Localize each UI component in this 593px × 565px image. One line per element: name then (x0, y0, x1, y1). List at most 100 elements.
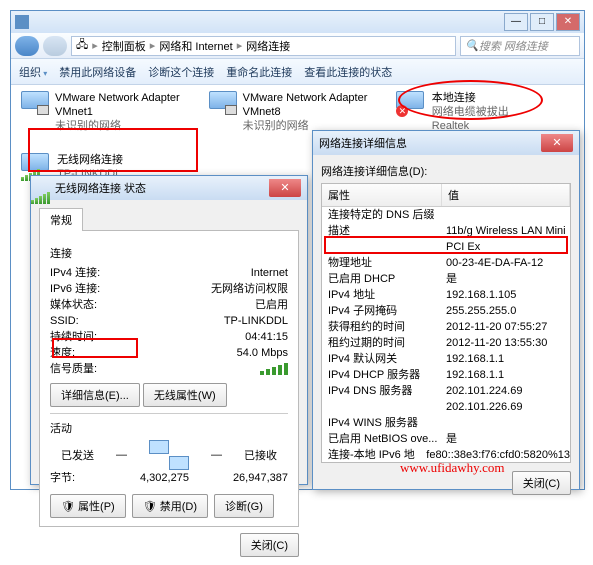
detail-row[interactable]: IPv4 子网掩码255.255.255.0 (322, 303, 570, 319)
detail-value: 11b/g Wireless LAN Mini PCI Ex (442, 223, 570, 255)
col-property[interactable]: 属性 (322, 184, 442, 206)
toolbar-rename[interactable]: 重命名此连接 (226, 64, 292, 80)
group-connection: 连接 (50, 245, 288, 261)
detail-key: 已启用 NetBIOS ove... (322, 431, 442, 447)
properties-button[interactable]: 🛡 属性(P) (50, 494, 126, 518)
detail-value: 是 (442, 431, 570, 447)
bytes-label: 字节: (50, 470, 140, 486)
detail-row[interactable]: 连接特定的 DNS 后缀 (322, 207, 570, 223)
adapter-sub: 未识别的网络 (55, 119, 199, 133)
details-button[interactable]: 详细信息(E)... (50, 383, 140, 407)
adapter-name: VMware Network Adapter VMnet1 (55, 91, 199, 119)
breadcrumb[interactable]: 🖧 ▸ 控制面板 ▸ 网络和 Internet ▸ 网络连接 (71, 36, 456, 56)
detail-key: 租约过期的时间 (322, 335, 442, 351)
detail-row[interactable]: 租约过期的时间2012-11-20 13:55:30 (322, 335, 570, 351)
detail-value: 192.168.1.105 (442, 287, 570, 303)
detail-key: IPv4 DHCP 服务器 (322, 367, 442, 383)
group-activity: 活动 (50, 420, 288, 436)
breadcrumb-item[interactable]: 网络连接 (246, 38, 290, 54)
detail-row[interactable]: IPv4 WINS 服务器 (322, 415, 570, 431)
detail-row[interactable]: 物理地址00-23-4E-DA-FA-12 (322, 255, 570, 271)
detail-value: 255.255.255.0 (442, 303, 570, 319)
minimize-button[interactable]: — (504, 13, 528, 31)
detail-row[interactable]: 已启用 NetBIOS ove...是 (322, 431, 570, 447)
signal-bars-icon (260, 361, 288, 375)
detail-value: 00-23-4E-DA-FA-12 (442, 255, 570, 271)
adapter-vmnet1[interactable]: VMware Network Adapter VMnet1 未识别的网络 (21, 91, 199, 147)
detail-key (322, 399, 442, 415)
signal-quality-label: 信号质量: (50, 361, 140, 377)
detail-row[interactable]: IPv4 地址192.168.1.105 (322, 287, 570, 303)
toolbar-view-status[interactable]: 查看此连接的状态 (304, 64, 392, 80)
detail-value: 202.101.226.69 (442, 399, 570, 415)
watermark: www.ufidawhy.com (400, 460, 504, 476)
col-value[interactable]: 值 (442, 184, 570, 206)
detail-row[interactable]: 已启用 DHCP是 (322, 271, 570, 287)
maximize-button[interactable]: □ (530, 13, 554, 31)
dialog-title: 网络连接详细信息 (319, 135, 407, 151)
breadcrumb-item[interactable]: 网络和 Internet (159, 38, 232, 54)
sent-label: 已发送 (61, 447, 94, 463)
dialog-titlebar: 无线网络连接 状态 ✕ (31, 176, 307, 200)
details-dialog: 网络连接详细信息 ✕ 网络连接详细信息(D): 属性 值 连接特定的 DNS 后… (312, 130, 580, 490)
recv-label: 已接收 (244, 447, 277, 463)
window-icon (15, 15, 29, 29)
detail-row[interactable]: 获得租约的时间2012-11-20 07:55:27 (322, 319, 570, 335)
detail-value: 2012-11-20 07:55:27 (442, 319, 570, 335)
detail-value (442, 207, 570, 223)
detail-row[interactable]: IPv4 DHCP 服务器192.168.1.1 (322, 367, 570, 383)
detail-key: 描述 (322, 223, 442, 255)
detail-value: 202.101.224.69 (442, 383, 570, 399)
adapter-name: VMware Network Adapter VMnet8 (243, 91, 387, 119)
dialog-close-button[interactable]: ✕ (269, 179, 301, 197)
wireless-props-button[interactable]: 无线属性(W) (143, 383, 227, 407)
details-list: 属性 值 连接特定的 DNS 后缀描述11b/g Wireless LAN Mi… (321, 183, 571, 463)
detail-key: IPv4 默认网关 (322, 351, 442, 367)
detail-value: 是 (442, 271, 570, 287)
detail-value: 192.168.1.1 (442, 351, 570, 367)
toolbar-diagnose[interactable]: 诊断这个连接 (148, 64, 214, 80)
detail-row[interactable]: 202.101.226.69 (322, 399, 570, 415)
breadcrumb-item[interactable]: 控制面板 (102, 38, 146, 54)
toolbar-disable[interactable]: 禁用此网络设备 (59, 64, 136, 80)
details-subtitle: 网络连接详细信息(D): (321, 163, 571, 179)
detail-row[interactable]: IPv4 默认网关192.168.1.1 (322, 351, 570, 367)
search-input[interactable]: 🔍 搜索 网络连接 (460, 36, 580, 56)
toolbar: 组织 禁用此网络设备 诊断这个连接 重命名此连接 查看此连接的状态 (11, 59, 584, 85)
titlebar: — □ ✕ (11, 11, 584, 33)
detail-key: 物理地址 (322, 255, 442, 271)
diagnose-button[interactable]: 诊断(G) (214, 494, 274, 518)
detail-key: IPv4 WINS 服务器 (322, 415, 442, 431)
toolbar-organize[interactable]: 组织 (19, 64, 47, 80)
tab-general[interactable]: 常规 (39, 208, 83, 231)
detail-row[interactable]: IPv4 DNS 服务器202.101.224.69 (322, 383, 570, 399)
signal-icon (37, 181, 51, 195)
activity-icon (149, 440, 189, 470)
nav-forward-button[interactable] (43, 36, 67, 56)
dialog-title: 无线网络连接 状态 (55, 180, 146, 196)
adapter-name: 无线网络连接 (57, 153, 201, 167)
detail-value: 192.168.1.1 (442, 367, 570, 383)
close-button[interactable]: 关闭(C) (240, 533, 299, 557)
dialog-close-button[interactable]: ✕ (541, 134, 573, 152)
detail-key: 连接特定的 DNS 后缀 (322, 207, 442, 223)
adapter-sub: 网络电缆被拔出 (432, 105, 574, 119)
search-placeholder: 搜索 网络连接 (479, 38, 548, 54)
detail-row[interactable]: 描述11b/g Wireless LAN Mini PCI Ex (322, 223, 570, 255)
detail-key: IPv4 子网掩码 (322, 303, 442, 319)
detail-value: 2012-11-20 13:55:30 (442, 335, 570, 351)
detail-key: IPv4 DNS 服务器 (322, 383, 442, 399)
close-button[interactable]: ✕ (556, 13, 580, 31)
disable-button[interactable]: 🛡 禁用(D) (132, 494, 208, 518)
breadcrumb-root-icon: 🖧 (76, 36, 88, 55)
detail-value (442, 415, 570, 431)
detail-key: IPv4 地址 (322, 287, 442, 303)
close-button[interactable]: 关闭(C) (512, 471, 571, 495)
navbar: 🖧 ▸ 控制面板 ▸ 网络和 Internet ▸ 网络连接 🔍 搜索 网络连接 (11, 33, 584, 59)
adapter-name: 本地连接 (432, 91, 574, 105)
detail-key: 获得租约的时间 (322, 319, 442, 335)
dialog-titlebar: 网络连接详细信息 ✕ (313, 131, 579, 155)
status-dialog: 无线网络连接 状态 ✕ 常规 连接 IPv4 连接:Internet IPv6 … (30, 175, 308, 485)
nav-back-button[interactable] (15, 36, 39, 56)
search-icon: 🔍 (465, 39, 479, 52)
